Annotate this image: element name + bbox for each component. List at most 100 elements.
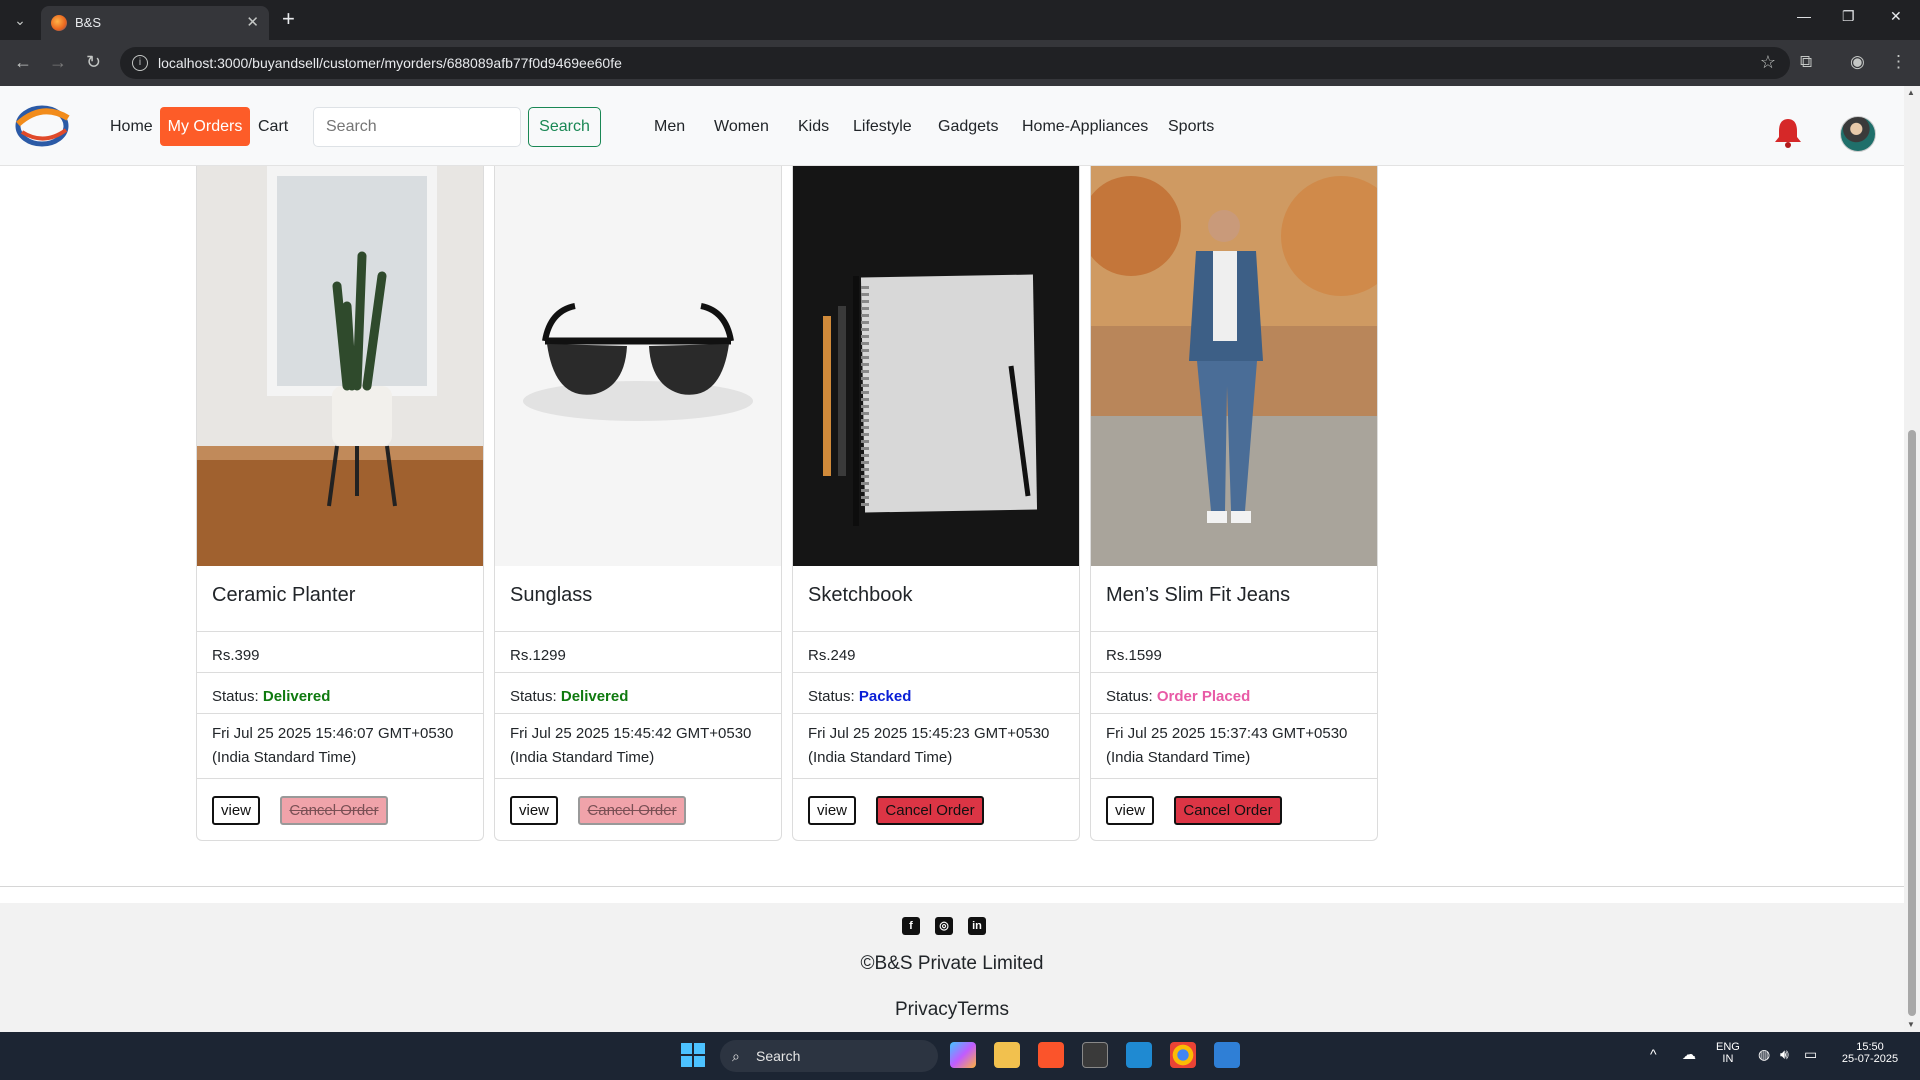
search-icon: ⌕ (732, 1048, 740, 1064)
copyright-text: ©B&S Private Limited (860, 953, 1044, 974)
search-input[interactable] (313, 107, 521, 147)
back-icon[interactable]: ← (14, 52, 32, 73)
status-value: Order Placed (1156, 688, 1251, 705)
cancel-order-button[interactable]: Cancel Order (876, 796, 984, 825)
tab-title: B&S (75, 15, 102, 30)
copilot-icon[interactable] (950, 1042, 976, 1068)
product-image (793, 166, 1079, 566)
url-text[interactable]: localhost:3000/buyandsell/customer/myord… (158, 55, 622, 71)
status-row: Status: Delivered (197, 672, 483, 713)
status-label: Status: (1106, 688, 1157, 705)
search-button[interactable]: Search (528, 107, 601, 147)
file-explorer-icon[interactable] (994, 1042, 1020, 1068)
extensions-icon[interactable]: ⧉ (1800, 52, 1812, 72)
site-info-icon[interactable]: i (132, 55, 148, 71)
notification-bell-icon[interactable] (1771, 115, 1805, 149)
chrome-icon[interactable] (1170, 1042, 1196, 1068)
forward-icon[interactable]: → (49, 52, 67, 73)
price: Rs.1299 (510, 647, 566, 664)
nav-men[interactable]: Men (654, 118, 685, 136)
order-date: Fri Jul 25 2025 15:46:07 GMT+0530 (India … (212, 722, 453, 770)
date-row: Fri Jul 25 2025 15:45:42 GMT+0530 (India … (495, 713, 781, 778)
address-bar-row: ← → ↻ i localhost:3000/buyandsell/custom… (0, 40, 1920, 86)
product-title: Sunglass (510, 584, 593, 606)
product-image (495, 166, 781, 566)
product-title: Men’s Slim Fit Jeans (1106, 584, 1291, 606)
vscode-icon[interactable] (1126, 1042, 1152, 1068)
clock-time: 15:50 (1856, 1041, 1884, 1053)
bookmark-star-icon[interactable]: ☆ (1760, 52, 1776, 73)
onedrive-icon[interactable]: ☁ (1682, 1046, 1696, 1063)
scroll-down-icon[interactable]: ▼ (1907, 1020, 1915, 1029)
site-footer: f ◎ in ©B&S Private Limited PrivacyTerms (0, 903, 1904, 1032)
privacy-terms-links[interactable]: PrivacyTerms (0, 999, 1904, 1021)
price: Rs.1599 (1106, 647, 1162, 664)
tray-chevron-icon[interactable]: ^ (1650, 1046, 1657, 1062)
order-date-line2: (India Standard Time) (510, 749, 655, 766)
site-navbar: Home My Orders Cart Search Men Women Kid… (0, 86, 1904, 166)
status-text: Status: Packed (808, 685, 911, 709)
nav-cart[interactable]: Cart (258, 118, 288, 136)
user-avatar[interactable] (1840, 116, 1876, 152)
language-indicator[interactable]: ENG IN (1716, 1041, 1740, 1065)
nav-gadgets[interactable]: Gadgets (938, 118, 998, 136)
order-card: Ceramic Planter Rs.399 Status: Delivered… (196, 166, 484, 841)
scroll-thumb[interactable] (1908, 430, 1916, 1016)
linkedin-icon[interactable]: in (968, 917, 986, 935)
price-row: Rs.249 (793, 631, 1079, 672)
order-card: Sketchbook Rs.249 Status: Packed Fri Jul… (792, 166, 1080, 841)
status-value: Delivered (262, 688, 331, 705)
facebook-icon[interactable]: f (902, 917, 920, 935)
nav-lifestyle[interactable]: Lifestyle (853, 118, 912, 136)
tab-search-icon[interactable]: ⌄ (8, 8, 32, 32)
cancel-order-button[interactable]: Cancel Order (280, 796, 388, 825)
minimize-icon[interactable]: — (1797, 8, 1811, 24)
profile-icon[interactable]: ◉ (1850, 52, 1865, 72)
order-date-line2: (India Standard Time) (1106, 749, 1251, 766)
price: Rs.249 (808, 647, 856, 664)
view-button[interactable]: view (808, 796, 856, 825)
clock[interactable]: 15:50 25-07-2025 (1832, 1041, 1908, 1065)
price-row: Rs.1299 (495, 631, 781, 672)
close-tab-icon[interactable]: ✕ (246, 13, 259, 31)
scroll-up-icon[interactable]: ▲ (1907, 88, 1915, 97)
nav-home-appliances[interactable]: Home-Appliances (1022, 118, 1148, 136)
new-tab-icon[interactable]: + (282, 6, 295, 32)
actions-row: view Cancel Order (197, 778, 483, 840)
view-button[interactable]: view (212, 796, 260, 825)
network-icon[interactable]: ◍ (1758, 1046, 1770, 1063)
order-date-line1: Fri Jul 25 2025 15:45:42 GMT+0530 (510, 725, 752, 742)
nav-my-orders[interactable]: My Orders (160, 107, 250, 146)
nav-sports[interactable]: Sports (1168, 118, 1214, 136)
volume-icon[interactable]: 🔊︎ (1780, 1046, 1789, 1063)
view-button[interactable]: view (1106, 796, 1154, 825)
browser-tab[interactable]: B&S ✕ (41, 6, 269, 40)
nav-kids[interactable]: Kids (798, 118, 829, 136)
terminal-icon[interactable] (1082, 1042, 1108, 1068)
order-card: Sunglass Rs.1299 Status: Delivered Fri J… (494, 166, 782, 841)
brand-logo[interactable] (12, 100, 72, 150)
battery-icon[interactable]: ▭ (1804, 1046, 1817, 1063)
brave-browser-icon[interactable] (1038, 1042, 1064, 1068)
status-row: Status: Packed (793, 672, 1079, 713)
cancel-order-button[interactable]: Cancel Order (1174, 796, 1282, 825)
status-label: Status: (808, 688, 859, 705)
product-image (1091, 166, 1377, 566)
windows-start-icon[interactable] (680, 1042, 706, 1068)
footer-divider (0, 886, 1904, 887)
nav-home[interactable]: Home (110, 118, 153, 136)
restore-icon[interactable]: ❐ (1842, 8, 1855, 25)
instagram-icon[interactable]: ◎ (935, 917, 953, 935)
menu-icon[interactable]: ⋮ (1890, 52, 1907, 72)
paint-app-icon[interactable] (1214, 1042, 1240, 1068)
cancel-order-button[interactable]: Cancel Order (578, 796, 686, 825)
status-text: Status: Delivered (212, 685, 330, 709)
page-scrollbar[interactable]: ▲ ▼ (1904, 86, 1920, 1032)
reload-icon[interactable]: ↻ (86, 52, 101, 73)
url-bar[interactable]: i localhost:3000/buyandsell/customer/myo… (120, 47, 1790, 79)
view-button[interactable]: view (510, 796, 558, 825)
nav-women[interactable]: Women (714, 118, 769, 136)
region-code: IN (1722, 1053, 1734, 1065)
close-window-icon[interactable]: ✕ (1890, 8, 1902, 25)
taskbar-search[interactable]: ⌕ Search (720, 1040, 938, 1072)
